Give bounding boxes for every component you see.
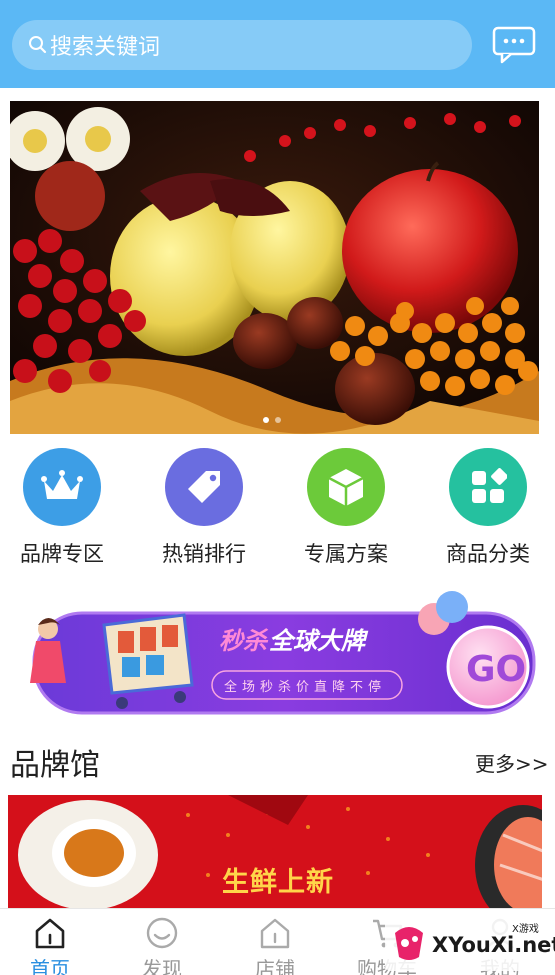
watermark-text: XYouXi.net: [432, 933, 555, 957]
promo-title-accent: 秒杀: [219, 627, 269, 655]
search-input[interactable]: 搜索关键词: [12, 20, 472, 70]
category-classification[interactable]: 商品分类: [423, 448, 553, 568]
cube-icon: [307, 448, 385, 526]
nav-label: 首页: [30, 957, 70, 975]
category-row: 品牌专区 热销排行 专属方案 商品分类: [0, 448, 555, 568]
category-hot-sales[interactable]: 热销排行: [139, 448, 269, 568]
discover-icon: [146, 917, 178, 949]
category-label: 热销排行: [162, 542, 246, 566]
nav-label: 店铺: [255, 957, 295, 975]
promo-title-rest: 全球大牌: [269, 627, 369, 655]
section-title: 品牌馆: [10, 748, 100, 783]
crown-icon: [23, 448, 101, 526]
message-icon[interactable]: [492, 26, 536, 64]
search-placeholder: 搜索关键词: [50, 35, 161, 60]
tag-icon: [165, 448, 243, 526]
category-label: 商品分类: [446, 542, 530, 566]
shop-icon: [260, 918, 290, 949]
pagination-dot-active: [263, 417, 269, 423]
banner-pagination: [263, 417, 281, 423]
grid-icon: [449, 448, 527, 526]
category-label: 品牌专区: [20, 542, 104, 566]
brand-banner-text: 生鲜上新: [222, 867, 334, 898]
category-brand-zone[interactable]: 品牌专区: [0, 448, 127, 568]
nav-discover[interactable]: 发现: [107, 909, 217, 975]
hero-banner[interactable]: [10, 101, 539, 434]
nav-label: 发现: [142, 957, 182, 975]
search-icon: [29, 36, 47, 54]
nav-shop[interactable]: 店铺: [220, 909, 330, 975]
category-label: 专属方案: [304, 542, 388, 566]
more-link[interactable]: 更多>>: [475, 748, 549, 777]
flash-sale-banner[interactable]: 秒杀 全球大牌 全场秒杀价直降不停 GO: [14, 585, 544, 720]
pagination-dot: [275, 417, 281, 423]
category-exclusive-plan[interactable]: 专属方案: [281, 448, 411, 568]
fruit-image: [10, 101, 539, 434]
top-header: 搜索关键词: [0, 0, 555, 88]
home-icon: [35, 918, 65, 949]
nav-home[interactable]: 首页: [0, 909, 105, 975]
promo-subtitle: 全场秒杀价直降不停: [224, 679, 386, 695]
go-button[interactable]: GO: [466, 649, 526, 690]
